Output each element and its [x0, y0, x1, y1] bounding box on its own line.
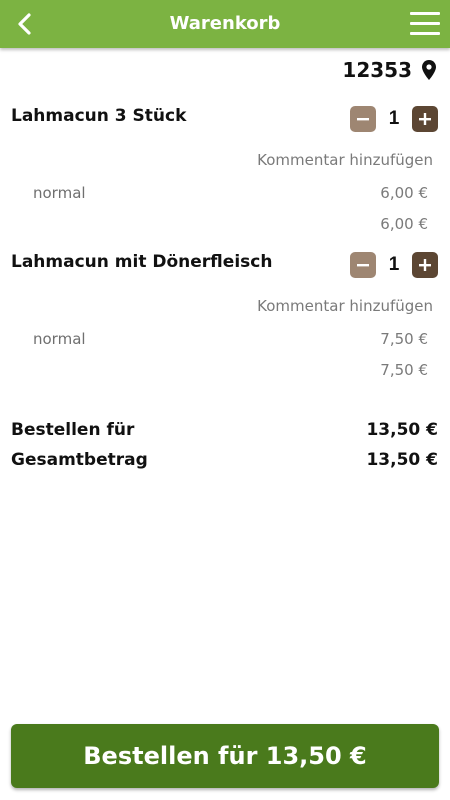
hamburger-menu-icon-line — [410, 32, 440, 35]
add-comment-link[interactable]: Kommentar hinzufügen — [257, 297, 433, 315]
item-total-price: 7,50 € — [380, 361, 428, 379]
page-title: Warenkorb — [169, 13, 281, 34]
app-header: Warenkorb — [0, 0, 450, 48]
add-comment-link[interactable]: Kommentar hinzufügen — [257, 151, 433, 169]
map-pin-icon — [422, 60, 436, 80]
plus-icon — [419, 113, 431, 125]
item-variant: normal — [33, 330, 86, 348]
hamburger-menu-icon — [410, 12, 440, 15]
cart-item-name: Lahmacun mit Dönerfleisch — [11, 252, 273, 272]
minus-icon — [357, 118, 369, 121]
quantity-value: 1 — [388, 108, 400, 129]
increase-quantity-button[interactable] — [412, 252, 438, 278]
quantity-value: 1 — [388, 254, 400, 275]
decrease-quantity-button[interactable] — [350, 106, 376, 132]
decrease-quantity-button[interactable] — [350, 252, 376, 278]
increase-quantity-button[interactable] — [412, 106, 438, 132]
order-for-label: Bestellen für — [11, 420, 135, 440]
item-total-price: 6,00 € — [380, 215, 428, 233]
order-for-value: 13,50 € — [366, 420, 438, 440]
variant-price: 7,50 € — [380, 330, 428, 348]
hamburger-menu-icon-line — [410, 22, 440, 25]
minus-icon — [357, 264, 369, 267]
place-order-button[interactable]: Bestellen für 13,50 € — [11, 724, 439, 788]
item-variant: normal — [33, 184, 86, 202]
plus-icon — [419, 259, 431, 271]
total-value: 13,50 € — [366, 450, 438, 470]
variant-price: 6,00 € — [380, 184, 428, 202]
total-label: Gesamtbetrag — [11, 450, 148, 470]
postcode: 12353 — [342, 58, 412, 82]
quantity-stepper: 1 — [350, 252, 438, 278]
cart-item-name: Lahmacun 3 Stück — [11, 106, 187, 126]
menu-button[interactable] — [410, 12, 440, 36]
quantity-stepper: 1 — [350, 106, 438, 132]
place-order-label: Bestellen für 13,50 € — [83, 742, 367, 770]
delivery-location[interactable]: 12353 — [342, 58, 436, 82]
